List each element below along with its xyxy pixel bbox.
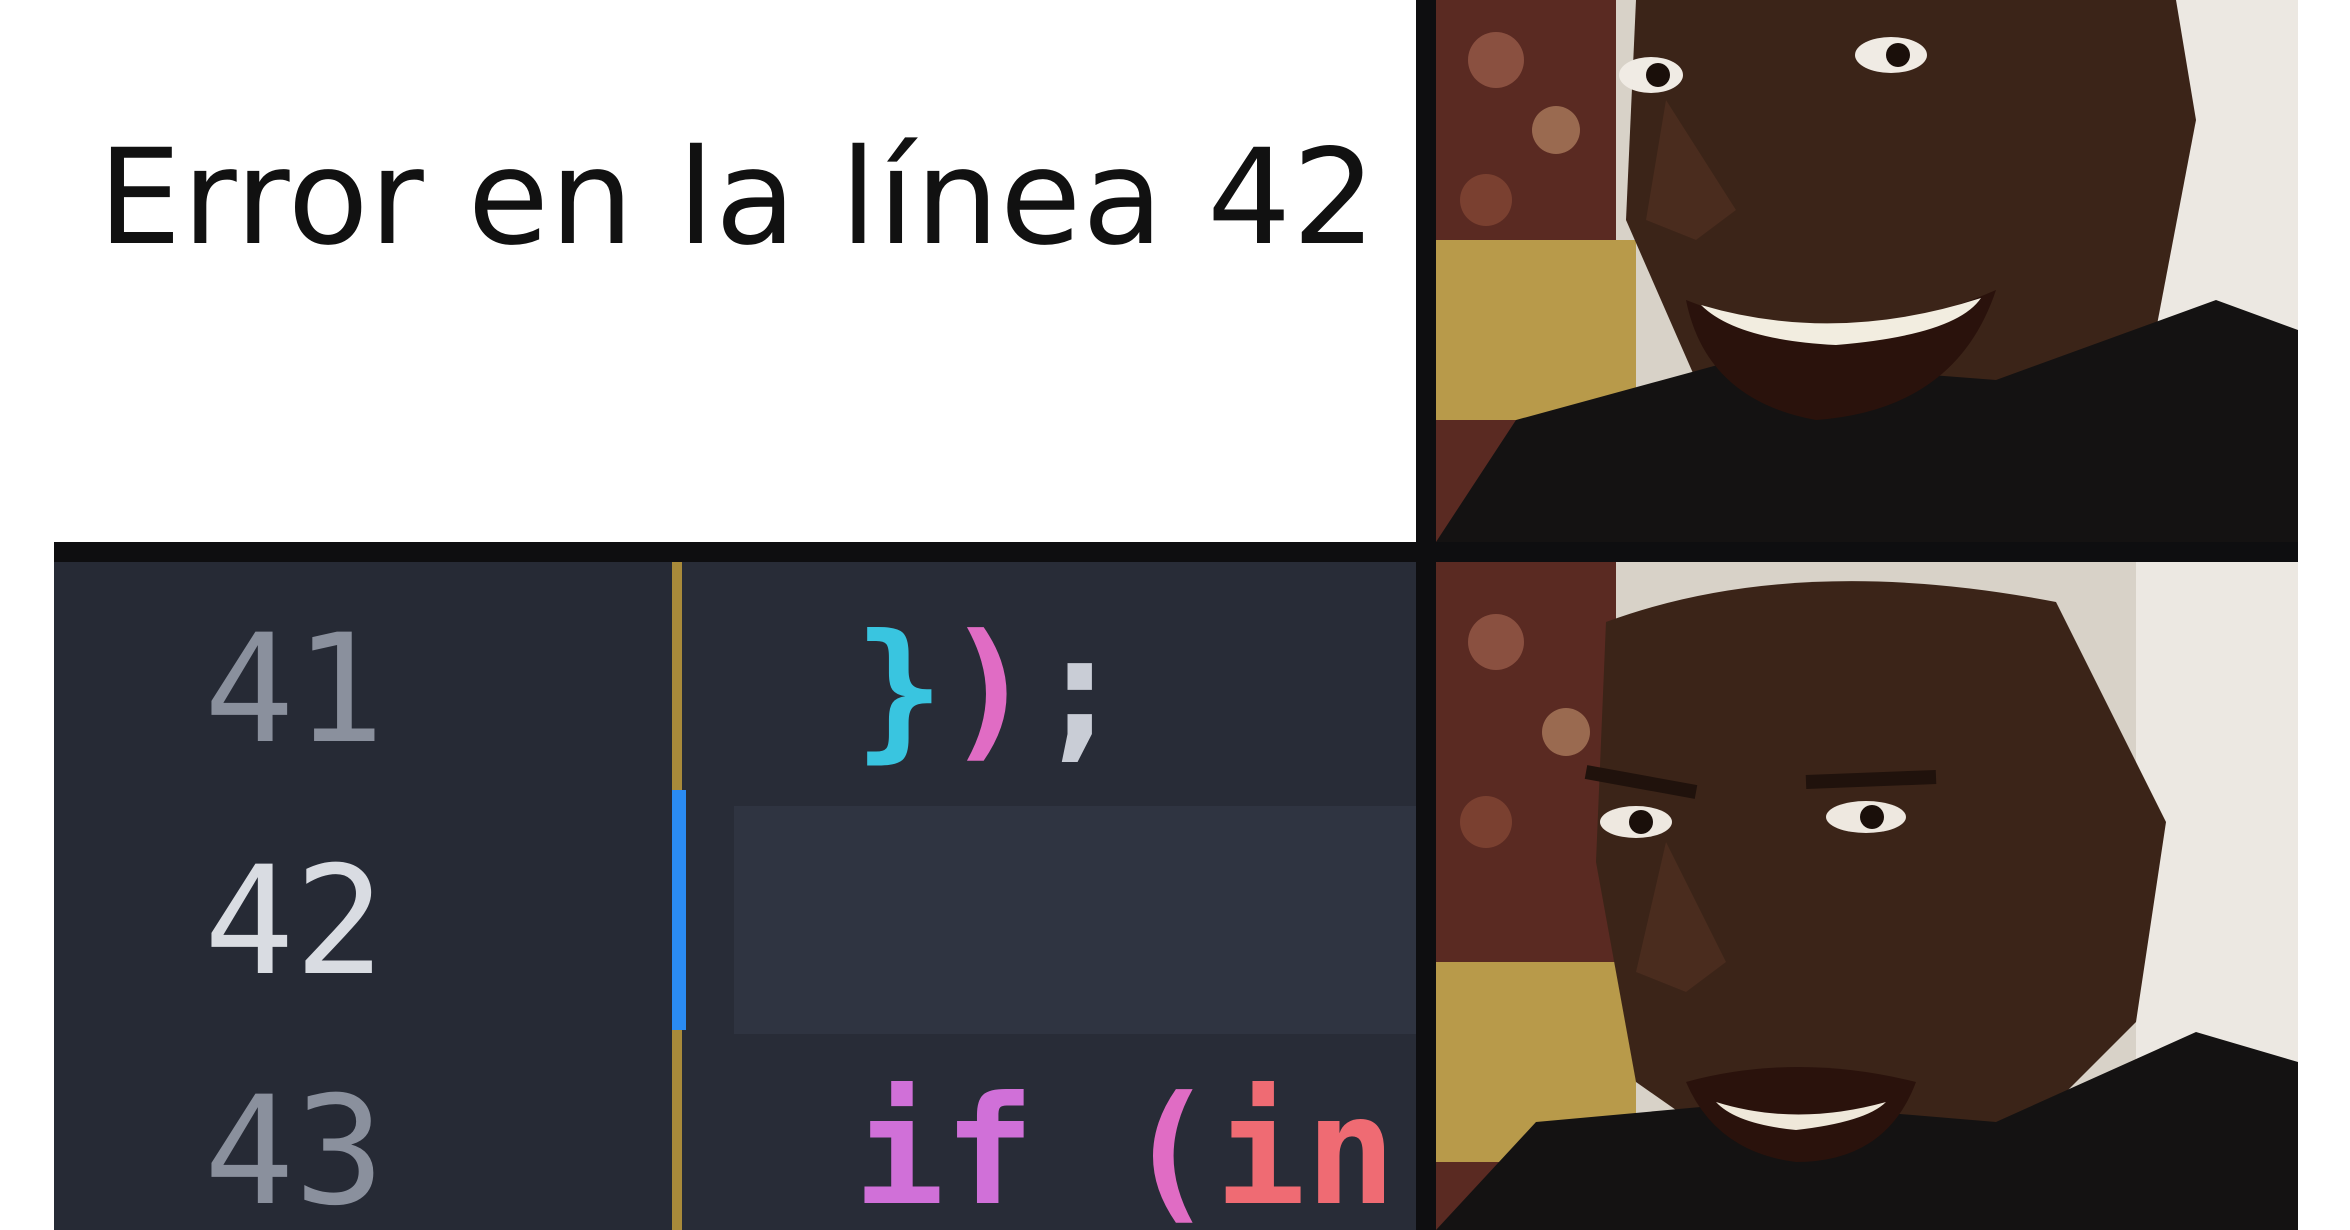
active-line-highlight — [734, 806, 1416, 1034]
code-line-41: }); — [854, 610, 1125, 770]
code-token: ( — [1124, 1065, 1216, 1230]
smiling-man-icon — [1436, 0, 2298, 542]
smiling-man-photo — [1436, 0, 2298, 542]
code-token: if — [854, 1065, 1035, 1230]
code-token: ; — [1034, 603, 1125, 777]
code-token: } — [854, 603, 945, 777]
caption-panel: Error en la línea 42 — [54, 0, 1416, 542]
line-number-42: 42 — [204, 835, 385, 1009]
caption-text: Error en la línea 42 — [98, 121, 1378, 275]
active-line-marker — [672, 790, 686, 1030]
line-number-43: 43 — [204, 1065, 385, 1230]
line-number-41: 41 — [204, 603, 385, 777]
code-line-43: if (in — [854, 1072, 1396, 1230]
code-token: in — [1215, 1065, 1396, 1230]
meme-grid: Error en la línea 42 41 42 43 }); if (in — [54, 0, 2298, 1230]
disappointed-man-photo — [1436, 562, 2298, 1230]
disappointed-man-icon — [1436, 562, 2298, 1230]
code-token: ) — [944, 603, 1035, 777]
code-editor-panel: 41 42 43 }); if (in — [54, 562, 1416, 1230]
